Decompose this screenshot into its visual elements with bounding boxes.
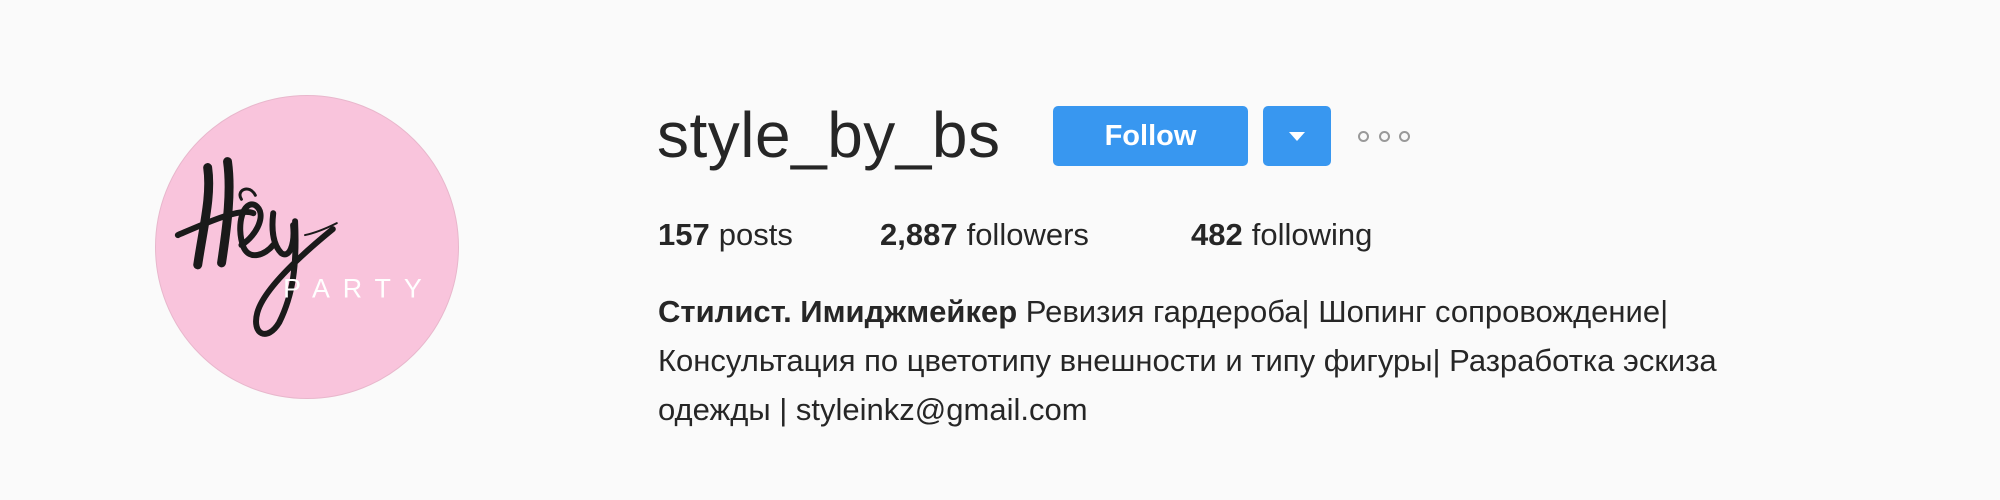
profile-avatar[interactable]: PARTY xyxy=(155,95,459,399)
hey-party-logo: PARTY xyxy=(174,157,434,337)
bio-line: одежды | styleinkz@gmail.com xyxy=(658,392,1088,427)
followers-label: followers xyxy=(966,217,1089,252)
avatar-party-text: PARTY xyxy=(283,274,434,304)
follow-button[interactable]: Follow xyxy=(1053,106,1248,166)
posts-label: posts xyxy=(718,217,793,252)
follow-options-dropdown-button[interactable] xyxy=(1263,106,1331,166)
bio-line: Стилист. Имиджмейкер Ревизия гардероба| … xyxy=(658,287,1958,336)
posts-number: 157 xyxy=(658,217,710,252)
followers-link[interactable]: 2,887 followers xyxy=(880,215,1191,255)
profile-stats: 157 posts 2,887 followers 482 following xyxy=(658,210,1372,260)
posts-count: 157 posts xyxy=(658,215,880,255)
bio-line: Консультация по цветотипу внешности и ти… xyxy=(658,343,1717,378)
more-options-icon xyxy=(1358,130,1369,142)
more-options-button[interactable] xyxy=(1358,120,1410,152)
bio-full-name: Стилист. Имиджмейкер xyxy=(658,294,1018,329)
followers-number: 2,887 xyxy=(880,217,958,252)
profile-username: style_by_bs xyxy=(657,99,1001,171)
more-options-icon xyxy=(1399,130,1410,142)
bio-text: Ревизия гардероба| Шопинг сопровождение| xyxy=(1017,294,1669,329)
more-options-icon xyxy=(1378,130,1390,142)
following-link[interactable]: 482 following xyxy=(1191,215,1372,255)
following-label: following xyxy=(1251,217,1373,252)
profile-header: PARTY style_by_bs Follow 157 posts 2,887… xyxy=(0,0,2000,500)
following-number: 482 xyxy=(1191,217,1243,252)
chevron-down-icon xyxy=(1289,131,1305,141)
profile-bio: Стилист. Имиджмейкер Ревизия гардероба| … xyxy=(658,287,1958,434)
